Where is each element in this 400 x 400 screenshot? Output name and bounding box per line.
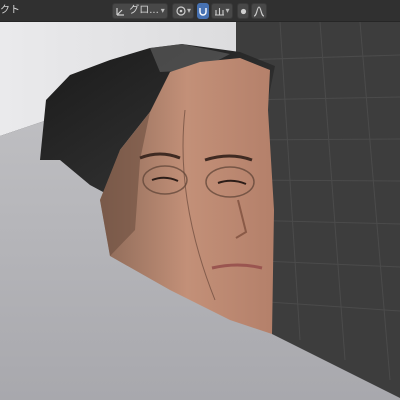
pivot-point-dropdown[interactable]: ▾	[172, 3, 194, 19]
pivot-point-icon	[175, 5, 187, 17]
snap-toggle[interactable]	[197, 3, 209, 19]
transform-orientation-label: グロ...	[129, 5, 159, 16]
orientation-axes-icon	[115, 5, 127, 17]
snap-target-dropdown[interactable]: ▾	[211, 3, 233, 19]
proportional-circle-icon	[239, 7, 248, 16]
chevron-down-icon: ▾	[225, 6, 230, 15]
magnet-icon	[198, 6, 208, 16]
viewport-header: クト グロ... ▾ ▾ ▾	[0, 0, 400, 22]
proportional-falloff-dropdown[interactable]	[251, 3, 267, 19]
editor-mode-label: クト	[0, 5, 20, 16]
snap-increment-icon	[214, 6, 225, 17]
transform-orientation-dropdown[interactable]: グロ... ▾	[112, 3, 168, 19]
3d-viewport[interactable]	[0, 22, 400, 400]
chevron-down-icon: ▾	[186, 6, 191, 15]
proportional-editing-toggle[interactable]	[237, 3, 249, 19]
falloff-curve-icon	[253, 5, 265, 17]
chevron-down-icon: ▾	[160, 6, 165, 15]
